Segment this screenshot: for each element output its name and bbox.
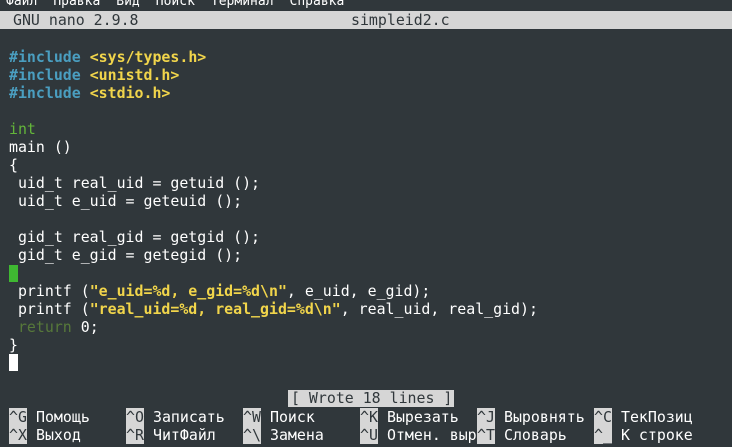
shortcut-label: Выход (36, 426, 81, 444)
terminal-menu-bar: Файл Правка Вид Поиск Терминал Справка (0, 0, 732, 8)
shortcut-read-file[interactable]: ^R ЧитФайл (126, 426, 216, 444)
shortcut-key: ^O (126, 408, 144, 426)
trailing-whitespace-marker (9, 265, 18, 282)
code-text: printf ( (9, 282, 90, 300)
status-message: [ Wrote 18 lines ] (288, 390, 455, 407)
string-literal: "real_uid=%d, real_gid=%d\n" (89, 300, 341, 318)
shortcut-label: К строке (621, 426, 693, 444)
shortcut-label: Словарь (504, 426, 567, 444)
shortcut-justify[interactable]: ^J Выровнять (477, 408, 585, 426)
menu-edit[interactable]: Правка (53, 0, 100, 8)
shortcut-label: ЧитФайл (153, 426, 216, 444)
return-keyword: return (9, 318, 72, 336)
editor-area[interactable]: #include <sys/types.h> #include <unistd.… (0, 48, 732, 372)
shortcut-bar: ^G Помощь ^O Записать ^W Поиск ^K Вырезать ^… (0, 408, 732, 444)
menu-search[interactable]: Поиск (156, 0, 195, 8)
shortcut-exit[interactable]: ^X Выход (9, 426, 81, 444)
shortcut-replace[interactable]: ^\ Замена (243, 426, 324, 444)
shortcut-label: Выровнять (504, 408, 585, 426)
shortcut-label: Замена (270, 426, 324, 444)
terminal-window: Файл Правка Вид Поиск Терминал Справка GNU na… (0, 0, 732, 447)
shortcut-key: ^R (126, 426, 144, 444)
preprocessor-directive: #include (9, 48, 81, 66)
code-text: printf ( (9, 300, 90, 318)
code-line: } (9, 336, 18, 354)
shortcut-key: ^C (594, 408, 612, 426)
shortcut-label: ТекПозиц (621, 408, 693, 426)
shortcut-row: ^G Помощь ^O Записать ^W Поиск ^K Вырезать ^… (0, 408, 732, 426)
shortcut-key: ^K (360, 408, 378, 426)
code-line: uid_t real_uid = getuid (); (9, 174, 261, 192)
code-line: int (0, 120, 732, 138)
shortcut-key: ^\ (243, 426, 261, 444)
shortcut-uncut[interactable]: ^U Отмен. выр (360, 426, 477, 444)
shortcut-label: Вырезать (387, 408, 459, 426)
file-name: simpleid2.c (351, 11, 450, 29)
code-text: , real_uid, real_gid); (340, 300, 538, 318)
shortcut-label: Помощь (36, 408, 90, 426)
shortcut-key: ^X (9, 426, 27, 444)
preprocessor-directive: #include (9, 84, 81, 102)
shortcut-key: ^_ (594, 426, 612, 444)
code-line: #include <unistd.h> (0, 66, 732, 84)
shortcut-help[interactable]: ^G Помощь (9, 408, 90, 426)
code-line: { (9, 156, 18, 174)
code-line: printf ("e_uid=%d, e_gid=%d\n", e_uid, e… (0, 282, 732, 300)
shortcut-key: ^T (477, 426, 495, 444)
menu-help[interactable]: Справка (290, 0, 345, 8)
menu-terminal[interactable]: Терминал (211, 0, 274, 8)
code-text: , e_uid, e_gid); (286, 282, 431, 300)
include-header: <unistd.h> (89, 66, 180, 84)
include-header: <stdio.h> (89, 84, 171, 102)
code-line: #include <stdio.h> (0, 84, 732, 102)
type-keyword: int (9, 120, 36, 138)
preprocessor-directive: #include (9, 66, 81, 84)
code-line-empty (0, 264, 732, 282)
shortcut-cut[interactable]: ^K Вырезать (360, 408, 459, 426)
include-header: <sys/types.h> (89, 48, 207, 66)
shortcut-where-is[interactable]: ^W Поиск (243, 408, 315, 426)
shortcut-row: ^X Выход ^R ЧитФайл ^\ Замена ^U Отмен. выр … (0, 426, 732, 444)
menu-view[interactable]: Вид (116, 0, 139, 8)
shortcut-label: Записать (153, 408, 225, 426)
nano-title-bar: GNU nano 2.9.8 simpleid2.c (0, 11, 732, 29)
code-line: return 0; (0, 318, 732, 336)
code-line: #include <sys/types.h> (0, 48, 732, 66)
shortcut-key: ^J (477, 408, 495, 426)
nano-version: GNU nano 2.9.8 (13, 11, 139, 29)
code-line: uid_t e_uid = geteuid (); (9, 192, 243, 210)
shortcut-spell[interactable]: ^T Словарь (477, 426, 567, 444)
code-line: printf ("real_uid=%d, real_gid=%d\n", re… (0, 300, 732, 318)
string-literal: "e_uid=%d, e_gid=%d\n" (89, 282, 287, 300)
code-line-cursor (0, 354, 732, 372)
menu-file[interactable]: Файл (6, 0, 37, 8)
text-cursor (9, 354, 18, 371)
shortcut-write-out[interactable]: ^O Записать (126, 408, 225, 426)
code-text: 0; (71, 318, 99, 336)
code-line: main () (9, 138, 72, 156)
shortcut-cur-pos[interactable]: ^C ТекПозиц (594, 408, 693, 426)
shortcut-key: ^G (9, 408, 27, 426)
shortcut-go-to-line[interactable]: ^_ К строке (594, 426, 693, 444)
shortcut-label: Отмен. выр (387, 426, 477, 444)
shortcut-key: ^U (360, 426, 378, 444)
shortcut-label: Поиск (270, 408, 315, 426)
code-line: gid_t real_gid = getgid (); (9, 228, 261, 246)
code-line: gid_t e_gid = getegid (); (9, 246, 243, 264)
shortcut-key: ^W (243, 408, 261, 426)
